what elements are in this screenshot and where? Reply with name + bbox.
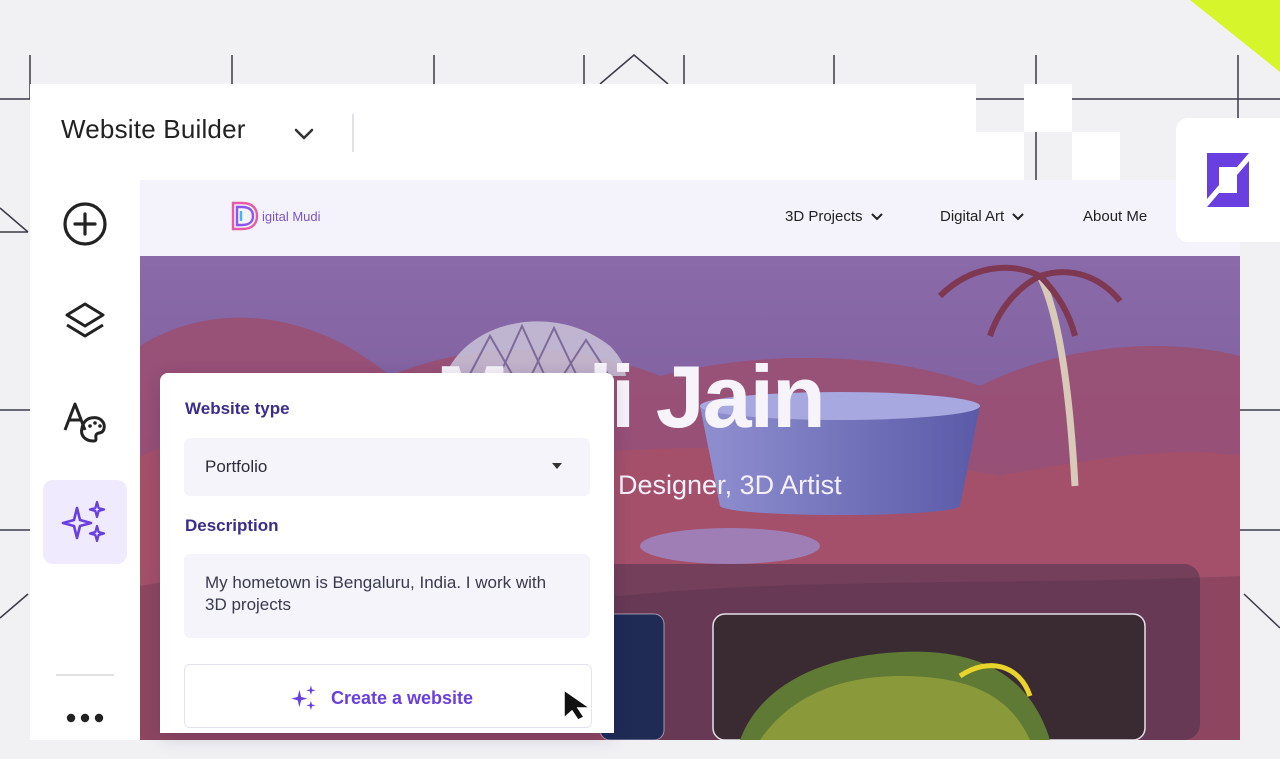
nav-about-me[interactable]: About Me bbox=[1083, 208, 1147, 225]
chevron-down-icon[interactable] bbox=[292, 122, 316, 146]
d-logo-icon bbox=[231, 201, 259, 231]
sidebar-theme-button[interactable] bbox=[43, 380, 127, 464]
site-logo[interactable]: igital Mudi bbox=[230, 200, 321, 232]
website-type-value: Portfolio bbox=[205, 457, 268, 476]
more-dots-icon bbox=[66, 713, 104, 723]
nav-digital-art[interactable]: Digital Art bbox=[940, 208, 1024, 225]
dropdown-caret-icon bbox=[552, 463, 562, 469]
sparkles-icon bbox=[61, 500, 106, 543]
website-type-label: Website type bbox=[185, 399, 290, 418]
lime-corner-accent bbox=[1190, 0, 1280, 72]
sidebar-more-button[interactable] bbox=[43, 677, 127, 759]
topbar-divider bbox=[352, 114, 354, 152]
sidebar-ai-button[interactable] bbox=[43, 480, 127, 564]
sidebar-layers-button[interactable] bbox=[43, 280, 127, 364]
builder-topbar: Website Builder bbox=[30, 84, 976, 180]
chevron-down-icon bbox=[870, 212, 883, 220]
layers-icon bbox=[65, 302, 105, 338]
description-textarea[interactable]: My hometown is Bengaluru, India. I work … bbox=[184, 554, 590, 638]
builder-title[interactable]: Website Builder bbox=[61, 114, 246, 145]
description-label: Description bbox=[185, 516, 279, 535]
nav-label: Digital Art bbox=[940, 208, 1005, 225]
brand-logo-icon bbox=[1207, 153, 1249, 207]
create-website-label: Create a website bbox=[331, 687, 474, 708]
mouse-cursor-icon bbox=[563, 688, 593, 720]
typography-palette-icon bbox=[63, 402, 106, 443]
nav-label: 3D Projects bbox=[785, 208, 863, 225]
site-logo-text: igital Mudi bbox=[262, 208, 321, 224]
sidebar-separator bbox=[56, 674, 114, 676]
brand-logo-tile bbox=[1176, 118, 1280, 242]
nav-3d-projects[interactable]: 3D Projects bbox=[785, 208, 883, 225]
ai-website-form-panel: Website type Portfolio Description My ho… bbox=[160, 373, 614, 733]
chevron-down-icon bbox=[1012, 212, 1024, 220]
description-text: My hometown is Bengaluru, India. I work … bbox=[205, 573, 547, 614]
website-type-select[interactable]: Portfolio bbox=[184, 438, 590, 496]
plus-circle-icon bbox=[63, 202, 107, 246]
sparkles-icon bbox=[291, 685, 316, 711]
builder-sidebar bbox=[30, 180, 140, 740]
create-website-button[interactable]: Create a website bbox=[184, 664, 592, 728]
nav-label: About Me bbox=[1083, 208, 1148, 225]
hero-role: Designer, 3D Artist bbox=[618, 470, 842, 500]
sidebar-add-button[interactable] bbox=[43, 182, 127, 266]
site-navbar: igital Mudi 3D Projects Digital Art Abou… bbox=[140, 180, 1240, 256]
